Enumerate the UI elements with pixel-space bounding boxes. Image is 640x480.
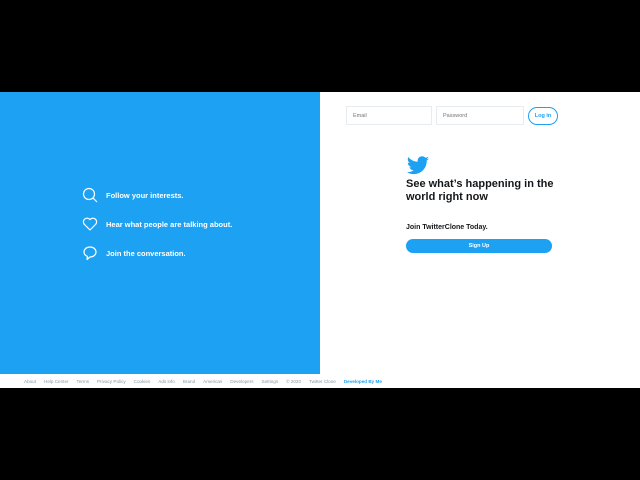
speech-bubble-icon xyxy=(83,246,97,261)
search-icon xyxy=(82,187,98,203)
footer-developed-by[interactable]: Developed By Me xyxy=(344,379,382,384)
heart-icon xyxy=(82,217,98,231)
app-window: Follow your interests. Hear what people … xyxy=(0,92,640,388)
signup-button[interactable]: Sign Up xyxy=(406,239,552,253)
footer-link-settings[interactable]: Settings xyxy=(262,379,279,384)
footer-link-help-center[interactable]: Help Center xyxy=(44,379,69,384)
left-panel: Follow your interests. Hear what people … xyxy=(0,92,320,374)
feature-join: Join the conversation. xyxy=(82,245,186,261)
feature-hear: Hear what people are talking about. xyxy=(82,216,232,232)
join-text: Join TwitterClone Today. xyxy=(406,224,488,231)
footer-link-ads-info[interactable]: Ads info xyxy=(158,379,175,384)
right-panel: Log in See what’s happening in the world… xyxy=(320,92,640,374)
footer-link-privacy-policy[interactable]: Privacy Policy xyxy=(97,379,126,384)
footer-link-developers[interactable]: Developers xyxy=(230,379,253,384)
footer-app-name: Twitter Clone xyxy=(309,378,336,384)
email-field[interactable] xyxy=(346,106,432,125)
feature-label: Join the conversation. xyxy=(106,248,186,258)
footer-link-about[interactable]: About xyxy=(24,379,36,384)
footer-link-brand[interactable]: Brand xyxy=(183,379,195,384)
login-button[interactable]: Log in xyxy=(528,107,558,125)
footer-link-cookies[interactable]: Cookies xyxy=(134,379,151,384)
bird-logo-icon xyxy=(407,156,429,175)
headline: See what’s happening in the world right … xyxy=(406,178,554,203)
footer-link-americas[interactable]: Americas xyxy=(203,379,222,384)
feature-label: Follow your interests. xyxy=(106,190,184,200)
footer-copyright: © 2020 xyxy=(286,378,302,384)
feature-label: Hear what people are talking about. xyxy=(106,219,233,229)
footer: About Help Center Terms Privacy Policy C… xyxy=(0,374,640,388)
feature-follow: Follow your interests. xyxy=(82,187,184,203)
footer-link-terms[interactable]: Terms xyxy=(77,379,90,384)
password-field[interactable] xyxy=(436,106,524,125)
